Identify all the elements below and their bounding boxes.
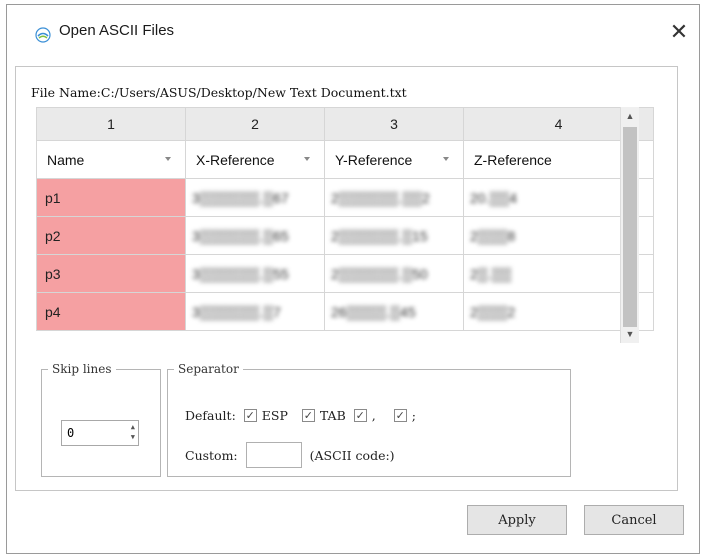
z-reference-value: 2▒.▒▒	[470, 265, 512, 282]
x-reference-cell[interactable]: 3▒▒▒▒▒▒.▒7	[185, 292, 325, 331]
dialog-title: Open ASCII Files	[59, 22, 175, 39]
comma-label: ,	[371, 408, 376, 423]
default-separators-row: Default: ✓ ESP ✓ TAB ✓ , ✓ ;	[185, 408, 416, 423]
x-reference-value: 3▒▒▒▒▒▒.▒67	[192, 189, 289, 206]
column-type-select-2[interactable]: X-Reference	[185, 140, 325, 179]
x-reference-value: 3▒▒▒▒▒▒.▒7	[192, 303, 281, 320]
chevron-down-icon	[304, 156, 310, 161]
x-reference-cell[interactable]: 3▒▒▒▒▒▒.▒55	[185, 254, 325, 293]
x-reference-value: 3▒▒▒▒▒▒.▒55	[192, 265, 289, 282]
cancel-button[interactable]: Cancel	[584, 505, 684, 535]
y-reference-cell[interactable]: 2▒▒▒▒▒▒.▒▒2	[324, 178, 464, 217]
skip-lines-group: Skip lines 0 ▲ ▼	[41, 362, 161, 477]
x-reference-cell[interactable]: 3▒▒▒▒▒▒.▒65	[185, 216, 325, 255]
z-reference-value: 20.▒▒4	[470, 189, 518, 206]
file-name-label: File Name:C:/Users/ASUS/Desktop/New Text…	[31, 85, 407, 100]
column-number-1[interactable]: 1	[36, 107, 186, 141]
column-number-2[interactable]: 2	[185, 107, 325, 141]
skip-lines-spinbox[interactable]: 0 ▲ ▼	[61, 420, 139, 446]
z-reference-value: 2▒▒▒8	[470, 227, 516, 244]
chevron-down-icon	[165, 156, 171, 161]
x-reference-value: 3▒▒▒▒▒▒.▒65	[192, 227, 289, 244]
name-cell[interactable]: p3	[36, 254, 186, 293]
app-logo-icon	[35, 27, 51, 43]
y-reference-cell[interactable]: 26▒▒▒▒.▒45	[324, 292, 464, 331]
custom-separator-input[interactable]	[245, 442, 302, 468]
x-reference-cell[interactable]: 3▒▒▒▒▒▒.▒67	[185, 178, 325, 217]
column-type-value: Name	[47, 151, 85, 168]
tab-checkbox[interactable]: ✓	[301, 409, 315, 422]
default-label: Default:	[185, 408, 236, 423]
esp-checkbox[interactable]: ✓	[243, 409, 257, 422]
y-reference-value: 2▒▒▒▒▒▒.▒15	[331, 227, 428, 244]
apply-button[interactable]: Apply	[467, 505, 567, 535]
table-row: p1 3▒▒▒▒▒▒.▒67 2▒▒▒▒▒▒.▒▒2 20.▒▒4	[36, 178, 654, 217]
esp-label: ESP	[261, 408, 288, 423]
skip-lines-legend: Skip lines	[52, 362, 112, 376]
column-type-select-1[interactable]: Name	[36, 140, 186, 179]
y-reference-value: 2▒▒▒▒▒▒.▒50	[331, 265, 428, 282]
title-bar: Open ASCII Files ✕	[7, 5, 699, 55]
scroll-up-icon[interactable]: ▲	[621, 107, 639, 125]
custom-separator-row: Custom: (ASCII code:)	[185, 442, 395, 468]
column-type-value: Y-Reference	[335, 151, 413, 168]
column-type-select-3[interactable]: Y-Reference	[324, 140, 464, 179]
y-reference-cell[interactable]: 2▒▒▒▒▒▒.▒15	[324, 216, 464, 255]
name-cell[interactable]: p4	[36, 292, 186, 331]
spin-up-icon[interactable]: ▲	[131, 423, 135, 431]
name-cell[interactable]: p2	[36, 216, 186, 255]
skip-lines-value: 0	[67, 426, 75, 440]
column-number-3[interactable]: 3	[324, 107, 464, 141]
column-type-value: Z-Reference	[474, 151, 552, 168]
table-row: p4 3▒▒▒▒▒▒.▒7 26▒▒▒▒.▒45 2▒▒▒2	[36, 292, 654, 331]
table-row: p2 3▒▒▒▒▒▒.▒65 2▒▒▒▒▒▒.▒15 2▒▒▒8	[36, 216, 654, 255]
separator-group: Separator Default: ✓ ESP ✓ TAB ✓ , ✓ ; C…	[167, 362, 571, 477]
semicolon-label: ;	[411, 408, 416, 423]
scroll-down-icon[interactable]: ▼	[621, 325, 639, 343]
semicolon-checkbox[interactable]: ✓	[393, 409, 407, 422]
scrollbar-thumb[interactable]	[623, 127, 637, 327]
chevron-down-icon	[443, 156, 449, 161]
name-cell[interactable]: p1	[36, 178, 186, 217]
data-grid: 1 2 3 4 Name X-Reference Y-Reference Z-R…	[36, 107, 678, 343]
y-reference-value: 26▒▒▒▒.▒45	[331, 303, 416, 320]
y-reference-value: 2▒▒▒▒▒▒.▒▒2	[331, 189, 430, 206]
vertical-scrollbar[interactable]: ▲ ▼	[620, 107, 639, 343]
tab-label: TAB	[319, 408, 346, 423]
custom-label: Custom:	[185, 447, 238, 463]
z-reference-value: 2▒▒▒2	[470, 303, 516, 320]
column-type-value: X-Reference	[196, 151, 275, 168]
spin-down-icon[interactable]: ▼	[131, 433, 135, 441]
separator-legend: Separator	[178, 362, 239, 376]
table-row: p3 3▒▒▒▒▒▒.▒55 2▒▒▒▒▒▒.▒50 2▒.▒▒	[36, 254, 654, 293]
y-reference-cell[interactable]: 2▒▒▒▒▒▒.▒50	[324, 254, 464, 293]
close-icon[interactable]: ✕	[659, 15, 699, 49]
comma-checkbox[interactable]: ✓	[353, 409, 367, 422]
ascii-code-hint: (ASCII code:)	[309, 447, 395, 463]
